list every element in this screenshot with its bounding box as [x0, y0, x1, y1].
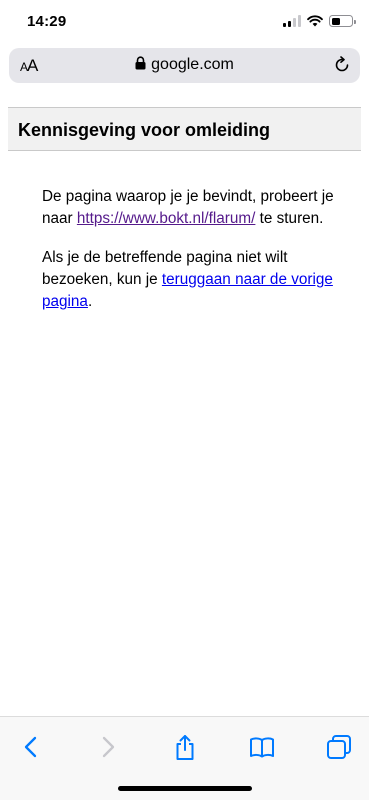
forward-button[interactable] — [94, 733, 122, 761]
para2-text-after: . — [87, 293, 93, 310]
wifi-icon — [307, 15, 323, 27]
share-button[interactable] — [171, 733, 199, 761]
battery-icon — [329, 15, 356, 27]
url-display[interactable]: google.com — [9, 56, 360, 74]
reload-icon[interactable] — [333, 56, 351, 74]
lock-icon — [135, 56, 146, 70]
status-time: 14:29 — [27, 13, 67, 30]
page-title: Kennisgeving voor omleiding — [18, 120, 271, 140]
status-bar: 14:29 — [0, 0, 369, 44]
tabs-button[interactable] — [325, 733, 353, 761]
web-page: Kennisgeving voor omleiding De pagina wa… — [0, 92, 369, 716]
cellular-signal-icon — [283, 15, 301, 27]
url-text: google.com — [151, 56, 234, 73]
redirect-paragraph: De pagina waarop je je bevindt, probeert… — [42, 186, 358, 230]
redirect-target-link[interactable]: https://www.bokt.nl/flarum/ — [77, 210, 256, 227]
address-bar[interactable]: AA google.com — [9, 48, 360, 83]
back-button[interactable] — [17, 733, 45, 761]
status-icons — [283, 14, 356, 28]
para1-text-after: te sturen. — [255, 210, 324, 227]
bookmarks-button[interactable] — [248, 733, 276, 761]
home-indicator — [118, 786, 252, 791]
heading-box: Kennisgeving voor omleiding — [8, 107, 361, 151]
go-back-paragraph: Als je de betreffende pagina niet wilt b… — [42, 247, 358, 313]
